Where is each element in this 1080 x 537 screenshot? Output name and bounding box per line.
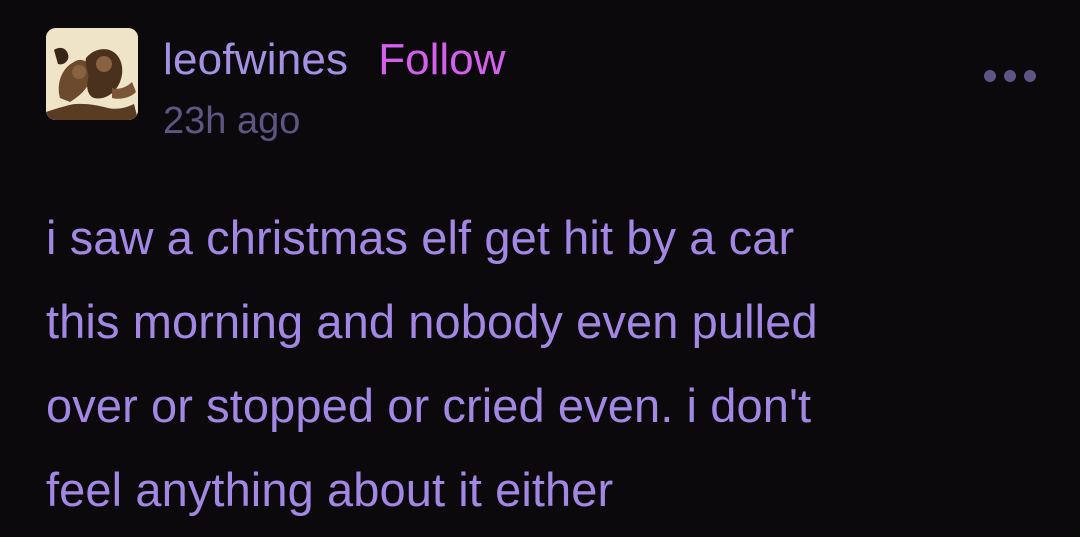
- post-card: leofwines Follow 23h ago i saw a christm…: [0, 0, 1080, 537]
- avatar[interactable]: [46, 28, 138, 120]
- post-body-line: feel anything about it either: [46, 463, 614, 516]
- follow-button[interactable]: Follow: [378, 35, 505, 85]
- avatar-image: [46, 28, 138, 120]
- post-body-line: this morning and nobody even pulled: [46, 295, 818, 348]
- more-horizontal-icon: [1004, 70, 1016, 82]
- more-horizontal-icon: [984, 70, 996, 82]
- post-header: leofwines Follow: [163, 30, 505, 90]
- username-link[interactable]: leofwines: [163, 35, 348, 85]
- post-body: i saw a christmas elf get hit by a car t…: [46, 196, 1056, 532]
- post-body-line: i saw a christmas elf get hit by a car: [46, 211, 795, 264]
- post-body-line: over or stopped or cried even. i don't: [46, 379, 812, 432]
- more-horizontal-icon: [1024, 70, 1036, 82]
- more-options-button[interactable]: [984, 64, 1036, 88]
- post-timestamp: 23h ago: [163, 100, 301, 142]
